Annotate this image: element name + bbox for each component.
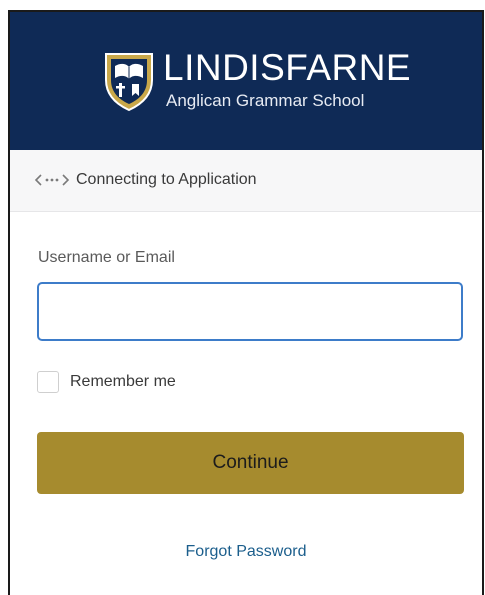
- forgot-password-link[interactable]: Forgot Password: [10, 543, 482, 561]
- school-crest-icon: [105, 53, 153, 112]
- connect-arrows-icon: [34, 174, 70, 186]
- continue-button[interactable]: Continue: [37, 432, 464, 494]
- connection-status-bar: Connecting to Application: [10, 150, 482, 212]
- brand-header: LINDISFARNE Anglican Grammar School: [10, 12, 482, 150]
- connection-status-text: Connecting to Application: [76, 171, 257, 188]
- login-panel: LINDISFARNE Anglican Grammar School Conn…: [8, 10, 484, 595]
- brand-name: LINDISFARNE: [163, 47, 412, 88]
- remember-me-checkbox[interactable]: [37, 371, 59, 393]
- username-label: Username or Email: [38, 249, 175, 266]
- username-input[interactable]: [37, 282, 463, 341]
- remember-me-label[interactable]: Remember me: [70, 373, 176, 391]
- brand-subtitle: Anglican Grammar School: [166, 91, 365, 110]
